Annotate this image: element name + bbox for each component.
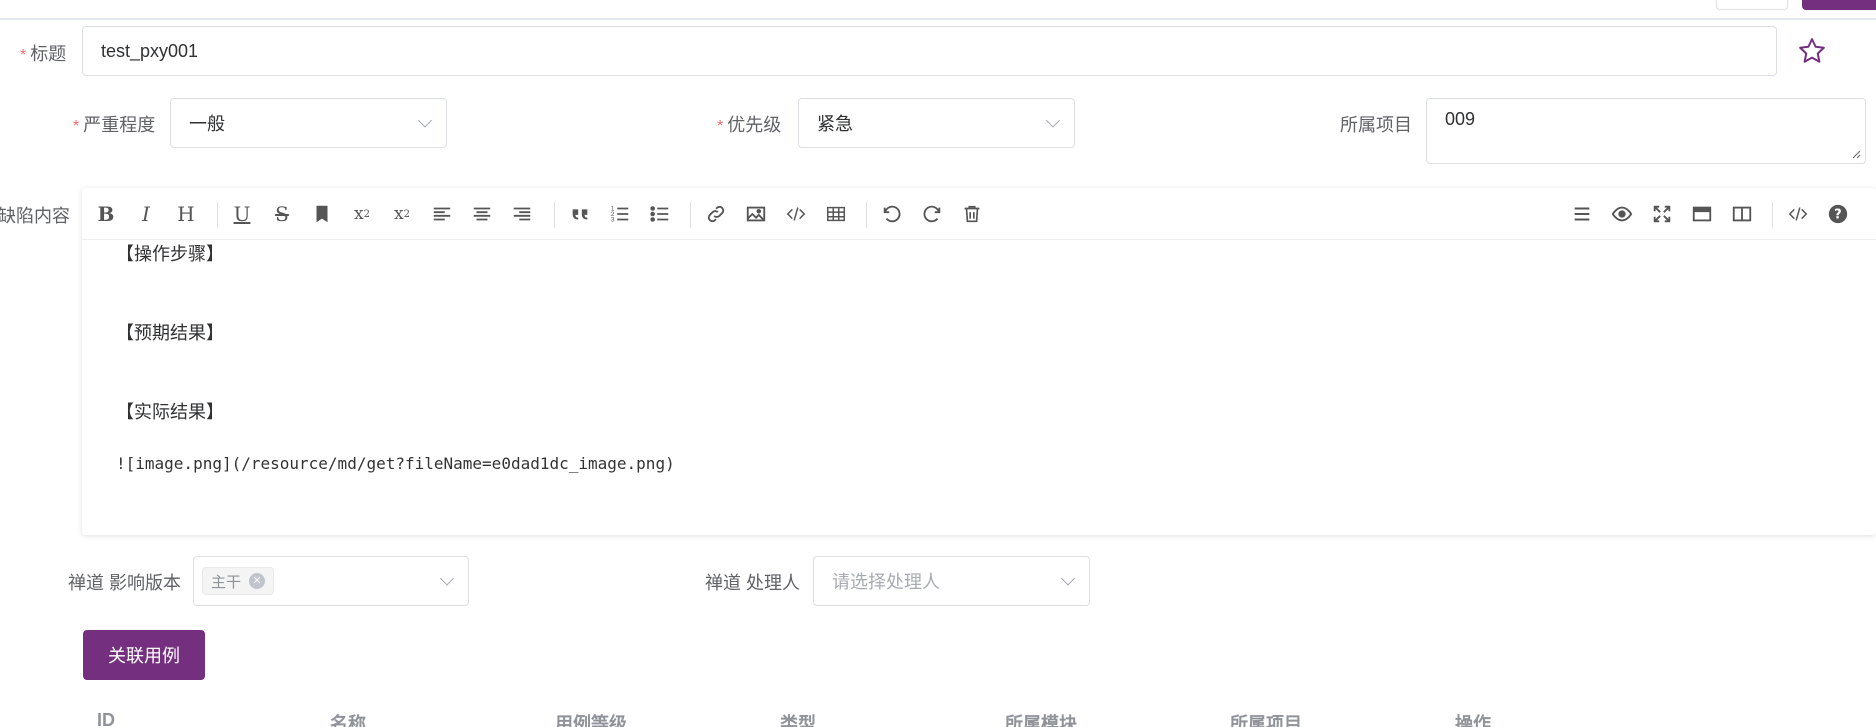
window-icon[interactable] (1686, 198, 1718, 230)
editor-line-image: ![image.png](/resource/md/get?fileName=e… (116, 454, 675, 473)
version-select[interactable]: 主干 ✕ (193, 556, 469, 606)
strikethrough-icon[interactable]: S (266, 198, 298, 230)
align-left-icon[interactable] (426, 198, 458, 230)
project-textarea[interactable]: 009 (1426, 98, 1866, 164)
table-header-project: 所属项目 (1230, 714, 1302, 727)
subscript-icon[interactable]: x2 (386, 198, 418, 230)
code-icon[interactable] (780, 198, 812, 230)
chevron-down-icon (1045, 113, 1061, 128)
table-header-name: 名称 (330, 714, 366, 727)
quote-icon[interactable] (564, 198, 596, 230)
svg-text:3: 3 (611, 216, 615, 223)
link-case-button[interactable]: 关联用例 (83, 630, 205, 680)
editor-line-expected: 【预期结果】 (116, 323, 224, 344)
content-label: 缺陷内容 (0, 206, 70, 226)
image-icon[interactable] (740, 198, 772, 230)
svg-text:?: ? (1834, 208, 1841, 223)
table-header-type: 类型 (780, 714, 816, 727)
chevron-down-icon (439, 571, 455, 586)
priority-label: * 优先级 (717, 115, 782, 135)
chevron-down-icon (1060, 571, 1076, 586)
table-header-module: 所属模块 (1005, 714, 1077, 727)
required-mark: * (20, 47, 27, 64)
handler-select[interactable]: 请选择处理人 (813, 556, 1090, 606)
menu-icon[interactable] (1566, 198, 1598, 230)
align-right-icon[interactable] (506, 198, 538, 230)
top-divider (0, 18, 1876, 20)
bold-icon[interactable]: B (90, 198, 122, 230)
top-primary-button[interactable] (1802, 0, 1876, 10)
unordered-list-icon[interactable] (644, 198, 676, 230)
top-secondary-button[interactable] (1716, 0, 1788, 10)
severity-label: * 严重程度 (73, 115, 156, 135)
resize-handle-icon[interactable] (1851, 149, 1861, 159)
severity-select[interactable]: 一般 (170, 98, 447, 148)
fullscreen-icon[interactable] (1646, 198, 1678, 230)
priority-select[interactable]: 紧急 (798, 98, 1075, 148)
table-icon[interactable] (820, 198, 852, 230)
title-input[interactable]: test_pxy001 (82, 26, 1777, 76)
editor-line-actual: 【实际结果】 (116, 402, 224, 423)
superscript-icon[interactable]: x2 (346, 198, 378, 230)
markdown-editor: B I H U S x2 x2 123 ? 【操作步骤】 【预期结果】 【实际结… (82, 188, 1876, 535)
link-icon[interactable] (700, 198, 732, 230)
table-header-actions: 操作 (1455, 714, 1491, 727)
toolbar-separator (1772, 202, 1773, 228)
underline-icon[interactable]: U (226, 198, 258, 230)
version-label: 禅道 影响版本 (68, 573, 182, 593)
html-code-icon[interactable] (1782, 198, 1814, 230)
ordered-list-icon[interactable]: 123 (604, 198, 636, 230)
heading-icon[interactable]: H (170, 198, 202, 230)
editor-line-steps: 【操作步骤】 (116, 244, 224, 265)
editor-toolbar: B I H U S x2 x2 123 ? (82, 188, 1876, 240)
help-icon[interactable]: ? (1822, 198, 1854, 230)
title-label: * 标题 (20, 44, 67, 64)
align-center-icon[interactable] (466, 198, 498, 230)
preview-icon[interactable] (1606, 198, 1638, 230)
version-tag: 主干 ✕ (202, 567, 275, 595)
chevron-down-icon (417, 113, 433, 128)
star-icon[interactable] (1796, 36, 1828, 66)
table-header-id: ID (97, 710, 115, 727)
bookmark-icon[interactable] (306, 198, 338, 230)
toolbar-separator (554, 202, 555, 228)
redo-icon[interactable] (916, 198, 948, 230)
project-label: 所属项目 (1340, 115, 1412, 135)
handler-label: 禅道 处理人 (705, 573, 801, 593)
table-header-level: 用例等级 (555, 714, 627, 727)
toolbar-separator (866, 202, 867, 228)
close-icon[interactable]: ✕ (249, 573, 266, 589)
undo-icon[interactable] (876, 198, 908, 230)
italic-icon[interactable]: I (130, 198, 162, 230)
trash-icon[interactable] (956, 198, 988, 230)
split-view-icon[interactable] (1726, 198, 1758, 230)
toolbar-separator (217, 202, 218, 228)
toolbar-separator (690, 202, 691, 228)
